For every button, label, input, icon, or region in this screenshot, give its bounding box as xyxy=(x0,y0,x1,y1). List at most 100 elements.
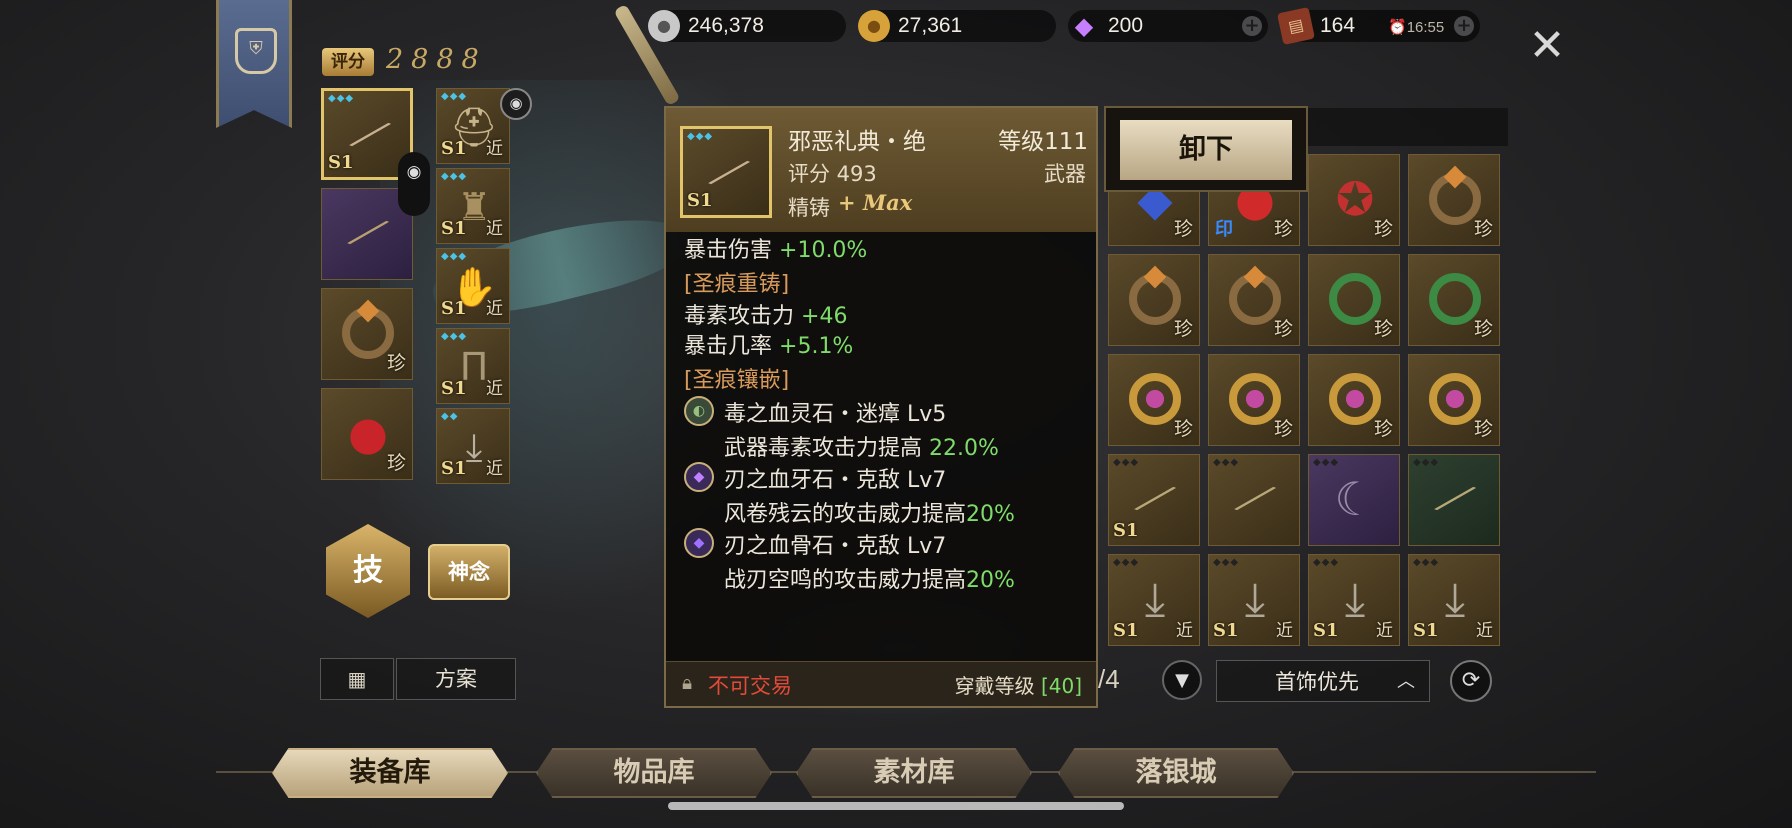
inventory-item[interactable]: 珍 xyxy=(1108,254,1200,346)
ticket-amount: 164 xyxy=(1320,14,1356,37)
rarity-tag: 珍 xyxy=(1173,418,1193,440)
inventory-item[interactable]: 珍 xyxy=(1308,354,1400,446)
inventory-item[interactable]: ⟋ ◆◆◆ S1 xyxy=(1108,454,1200,546)
gem1-name: 毒之血灵石・迷瘴 Lv5 xyxy=(724,402,947,427)
home-indicator xyxy=(668,802,1124,810)
gem-sockets: ◆◆◆ xyxy=(1113,457,1140,468)
inventory-item[interactable]: ⟋ ◆◆◆ xyxy=(1208,454,1300,546)
stat-crit-rate: 暴击几率 +5.1% xyxy=(684,334,854,359)
inventory-item[interactable]: 珍 xyxy=(1108,354,1200,446)
item-type: 武器 xyxy=(1044,162,1086,186)
tooltip-footer: 🔒︎ 不可交易 穿戴等级 [40] xyxy=(666,661,1096,706)
refresh-icon[interactable]: ⟳ xyxy=(1450,660,1492,702)
seal-mark: 印 xyxy=(1215,219,1233,240)
gold-currency: ● 27,361 xyxy=(858,10,1056,42)
eye-icon[interactable]: ◉ xyxy=(500,88,532,120)
rarity-tag: 珍 xyxy=(1173,218,1193,240)
tab-materials[interactable]: 素材库 xyxy=(796,748,1032,798)
stat-crit-damage: 暴击伤害 +10.0% xyxy=(684,238,868,263)
guild-banner[interactable]: ⛨ xyxy=(216,0,292,128)
equip-slot-chest[interactable]: ◆◆◆ ♜ S1 近 xyxy=(436,168,510,244)
equip-slot-helmet[interactable]: ◆◆◆ ⛑ S1 近 xyxy=(436,88,510,164)
rarity-tag: 珍 xyxy=(1373,418,1393,440)
inventory-item[interactable]: ☾ ◆◆◆ xyxy=(1308,454,1400,546)
rarity-tag: 珍 xyxy=(386,352,406,374)
equip-slot-amulet[interactable]: ● 珍 xyxy=(321,388,413,480)
item-tooltip: ◆◆◆ ⟋ S1 邪恶礼典・绝 等级111 评分 493 武器 精铸 + Max… xyxy=(664,106,1098,708)
tier-label: S1 xyxy=(1213,620,1239,641)
tab-items[interactable]: 物品库 xyxy=(536,748,772,798)
plan-button[interactable]: 方案 xyxy=(396,658,516,700)
inventory-item[interactable]: ⤓ ◆◆◆ S1 近 xyxy=(1108,554,1200,646)
equip-slot-gloves[interactable]: ◆◆◆ ✋ S1 近 xyxy=(436,248,510,324)
lock-icon: 🔒︎ xyxy=(682,672,693,694)
inventory-item[interactable]: 珍 xyxy=(1408,154,1500,246)
poison-gem-icon: ◐ xyxy=(684,396,714,426)
melee-tag: 近 xyxy=(486,379,503,399)
tier-label: S1 xyxy=(441,218,467,239)
scythe-icon: ☾ xyxy=(1334,472,1376,526)
add-ticket-button[interactable]: + xyxy=(1454,16,1474,36)
not-tradable-label: 不可交易 xyxy=(708,674,792,698)
forge-max: + Max xyxy=(838,190,913,215)
inventory-item[interactable]: 珍 xyxy=(1208,354,1300,446)
item-name: 邪恶礼典・绝 xyxy=(788,129,926,155)
tab-equipment[interactable]: 装备库 xyxy=(272,748,508,798)
item-level: 等级111 xyxy=(998,129,1088,155)
gold-coin-icon: ● xyxy=(858,10,890,42)
gold-amount: 27,361 xyxy=(898,14,963,37)
tier-label: S1 xyxy=(1413,620,1439,641)
tooltip-item-icon: ◆◆◆ ⟋ S1 xyxy=(680,126,772,218)
ticket-currency: ▤ 164 ⏰16:55 + xyxy=(1277,7,1480,45)
melee-tag: 近 xyxy=(486,139,503,159)
forge-label: 精铸 xyxy=(788,196,830,220)
unequip-button[interactable]: 卸下 xyxy=(1104,106,1308,192)
inventory-item[interactable]: ✪ 珍 xyxy=(1308,154,1400,246)
tier-label: S1 xyxy=(1113,620,1139,641)
unequip-label: 卸下 xyxy=(1120,120,1292,180)
page-indicator: /4 xyxy=(1098,664,1120,694)
inventory-item[interactable]: ⤓ ◆◆◆ S1 近 xyxy=(1408,554,1500,646)
melee-tag: 近 xyxy=(486,299,503,319)
tooltip-header: ◆◆◆ ⟋ S1 邪恶礼典・绝 等级111 评分 493 武器 精铸 + Max xyxy=(666,108,1096,232)
ticket-icon: ▤ xyxy=(1277,7,1315,45)
melee-tag: 近 xyxy=(1476,621,1493,641)
sort-dropdown[interactable]: 首饰优先 ︿ xyxy=(1216,660,1430,702)
inventory-item[interactable]: 珍 xyxy=(1308,254,1400,346)
gem3-effect: 战刃空鸣的攻击威力提高20% xyxy=(724,568,1015,593)
mind-button[interactable]: 神念 xyxy=(428,544,510,600)
tier-label: S1 xyxy=(687,190,713,211)
gem-sockets: ◆◆◆ xyxy=(1113,557,1140,568)
gem-sockets: ◆◆◆ xyxy=(1313,457,1340,468)
gem-sockets: ◆◆◆ xyxy=(328,93,355,104)
inventory-item[interactable]: 珍 xyxy=(1408,254,1500,346)
visibility-toggle-eye-icon[interactable]: ◉ xyxy=(398,152,430,216)
silver-currency: ● 246,378 xyxy=(648,10,846,42)
inventory-item[interactable]: ⟋ ◆◆◆ xyxy=(1408,454,1500,546)
tier-label: S1 xyxy=(328,152,354,173)
inventory-item[interactable]: 珍 xyxy=(1208,254,1300,346)
equip-slot-legs[interactable]: ◆◆◆ Π S1 近 xyxy=(436,328,510,404)
blade-bone-gem-icon: ◆ xyxy=(684,528,714,558)
melee-tag: 近 xyxy=(1276,621,1293,641)
tab-luoyin-city[interactable]: 落银城 xyxy=(1058,748,1294,798)
gem3-name: 刃之血骨石・克敌 Lv7 xyxy=(724,534,947,559)
item-score: 评分 493 xyxy=(788,162,877,186)
inventory-item[interactable]: 珍 xyxy=(1408,354,1500,446)
chevron-down-icon[interactable]: ▼ xyxy=(1162,660,1202,700)
rarity-tag: 珍 xyxy=(1273,218,1293,240)
inventory-item[interactable]: ⤓ ◆◆◆ S1 近 xyxy=(1208,554,1300,646)
close-icon[interactable]: ✕ xyxy=(1525,24,1569,68)
rarity-tag: 珍 xyxy=(1473,318,1493,340)
grid-view-icon[interactable]: ▦ xyxy=(320,658,394,700)
ticket-timer-text: 16:55 xyxy=(1406,19,1445,36)
wear-level: 穿戴等级 [40] xyxy=(954,674,1082,698)
stat-poison-atk: 毒素攻击力 +46 xyxy=(684,304,848,329)
silver-coin-icon: ● xyxy=(648,10,680,42)
equip-slot-boots[interactable]: ◆◆ ⤓ S1 近 xyxy=(436,408,510,484)
equip-slot-ring[interactable]: 珍 xyxy=(321,288,413,380)
melee-tag: 近 xyxy=(1176,621,1193,641)
score-label: 评分 xyxy=(322,48,374,76)
inventory-item[interactable]: ⤓ ◆◆◆ S1 近 xyxy=(1308,554,1400,646)
add-diamond-button[interactable]: + xyxy=(1242,16,1262,36)
